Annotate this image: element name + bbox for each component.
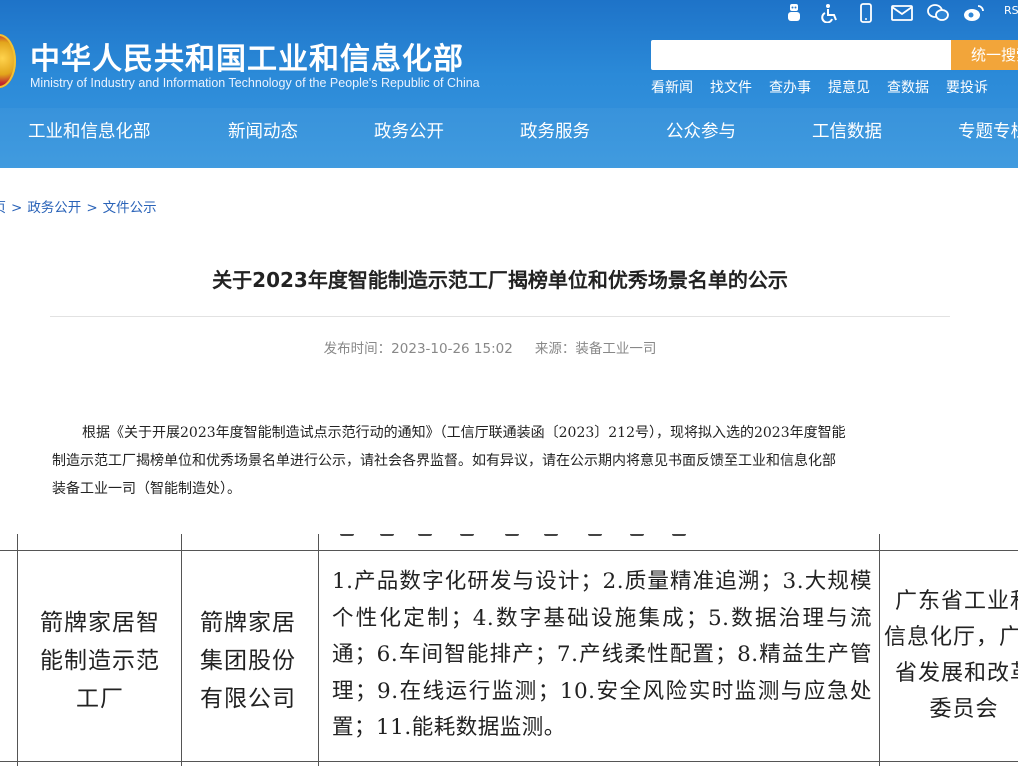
rss-link[interactable]: RS — [1004, 4, 1018, 17]
breadcrumb-separator: > — [11, 200, 23, 216]
nav-item-ministry[interactable]: 工业和信息化部 — [28, 112, 151, 152]
nav-item-news[interactable]: 新闻动态 — [228, 112, 298, 152]
main-nav: 工业和信息化部 新闻动态 政务公开 政务服务 公众参与 工信数据 专题专栏 — [0, 112, 1018, 156]
breadcrumb-file-notices[interactable]: 文件公示 — [103, 200, 157, 216]
header-toolbar — [776, 0, 992, 26]
company-name-cell: 箭牌家居 集团股份 有限公司 — [188, 604, 308, 718]
body-paragraph-line: 制造示范工厂揭榜单位和优秀场景名单进行公示，请社会各界监督。如有异议，请在公示期… — [52, 453, 836, 469]
cropped-previous-row-text — [330, 534, 710, 538]
nav-item-government-services[interactable]: 政务服务 — [520, 112, 590, 152]
site-title-english[interactable]: Ministry of Industry and Information Tec… — [30, 76, 480, 90]
scenario-list-cell: 1.产品数字化研发与设计；2.质量精准追溯；3.大规模个性化定制；4.数字基础设… — [332, 569, 872, 740]
list-table-image: 箭牌家居智 能制造示范 工厂 箭牌家居 集团股份 有限公司 1.产品数字化研发与… — [0, 534, 1018, 766]
weibo-icon[interactable] — [956, 0, 992, 26]
article-meta: 发布时间：2023-10-26 15:02 来源：装备工业一司 — [0, 337, 980, 357]
factory-name-line: 能制造示范 — [40, 648, 160, 674]
robot-icon[interactable] — [776, 0, 812, 26]
quick-link-feedback[interactable]: 提意见 — [828, 77, 870, 97]
quick-link-news[interactable]: 看新闻 — [651, 77, 693, 97]
company-name-line: 箭牌家居 — [200, 610, 296, 636]
site-header: 中华人民共和国工业和信息化部 Ministry of Industry and … — [0, 0, 1018, 168]
breadcrumb: 首页>政务公开>文件公示 — [0, 196, 157, 216]
source-label: 来源： — [534, 341, 576, 357]
quick-link-complaints[interactable]: 要投诉 — [946, 77, 988, 97]
nav-item-public-participation[interactable]: 公众参与 — [666, 112, 736, 152]
source-value: 装备工业一司 — [575, 341, 657, 357]
body-paragraph-line: 根据《关于开展2023年度智能制造试点示范行动的通知》（工信厅联通装函〔2023… — [82, 425, 846, 441]
table-column-border — [879, 534, 880, 766]
table-column-border — [181, 534, 182, 766]
factory-name-line: 箭牌家居智 — [40, 610, 160, 636]
quick-links: 看新闻 找文件 查办事 提意见 查数据 要投诉 — [651, 77, 1005, 97]
article-title: 关于2023年度智能制造示范工厂揭榜单位和优秀场景名单的公示 — [212, 268, 788, 292]
breadcrumb-separator: > — [86, 200, 98, 216]
mobile-icon[interactable] — [848, 0, 884, 26]
recommender-line: 信息化厅，广东 — [884, 625, 1018, 650]
table-row-border — [0, 550, 1018, 551]
recommender-line: 广东省工业和 — [894, 589, 1018, 614]
breadcrumb-home[interactable]: 首页 — [0, 196, 6, 216]
factory-name-line: 工厂 — [76, 686, 124, 712]
body-paragraph-line: 装备工业一司（智能制造处）。 — [52, 481, 241, 497]
table-column-border — [17, 534, 18, 766]
mail-icon[interactable] — [884, 0, 920, 26]
published-date: 2023-10-26 15:02 — [391, 341, 513, 357]
nav-item-data[interactable]: 工信数据 — [812, 112, 882, 152]
quick-link-documents[interactable]: 找文件 — [710, 77, 752, 97]
breadcrumb-government-affairs[interactable]: 政务公开 — [27, 200, 81, 216]
nav-item-special-topics[interactable]: 专题专栏 — [958, 112, 1018, 152]
table-column-border — [318, 534, 319, 766]
nav-item-government-affairs[interactable]: 政务公开 — [374, 112, 444, 152]
table-row-border — [0, 761, 1018, 762]
site-title[interactable]: 中华人民共和国工业和信息化部 — [30, 34, 464, 78]
national-emblem-icon[interactable] — [0, 34, 16, 88]
quick-link-services[interactable]: 查办事 — [769, 77, 811, 97]
factory-name-cell: 箭牌家居智 能制造示范 工厂 — [30, 604, 170, 718]
accessibility-icon[interactable] — [812, 0, 848, 26]
title-divider — [50, 316, 950, 317]
published-label: 发布时间： — [323, 341, 392, 357]
wechat-icon[interactable] — [920, 0, 956, 26]
recommender-line: 省发展和改革 — [894, 661, 1018, 686]
company-name-line: 集团股份 — [200, 648, 296, 674]
company-name-line: 有限公司 — [200, 686, 296, 712]
search-input[interactable] — [651, 40, 951, 70]
search-button[interactable]: 统一搜索 — [951, 40, 1018, 70]
recommender-line: 委员会 — [929, 697, 999, 722]
article-body: 根据《关于开展2023年度智能制造试点示范行动的通知》（工信厅联通装函〔2023… — [52, 419, 952, 503]
quick-link-data[interactable]: 查数据 — [887, 77, 929, 97]
recommender-cell: 广东省工业和 信息化厅，广东 省发展和改革 委员会 — [884, 584, 1018, 728]
